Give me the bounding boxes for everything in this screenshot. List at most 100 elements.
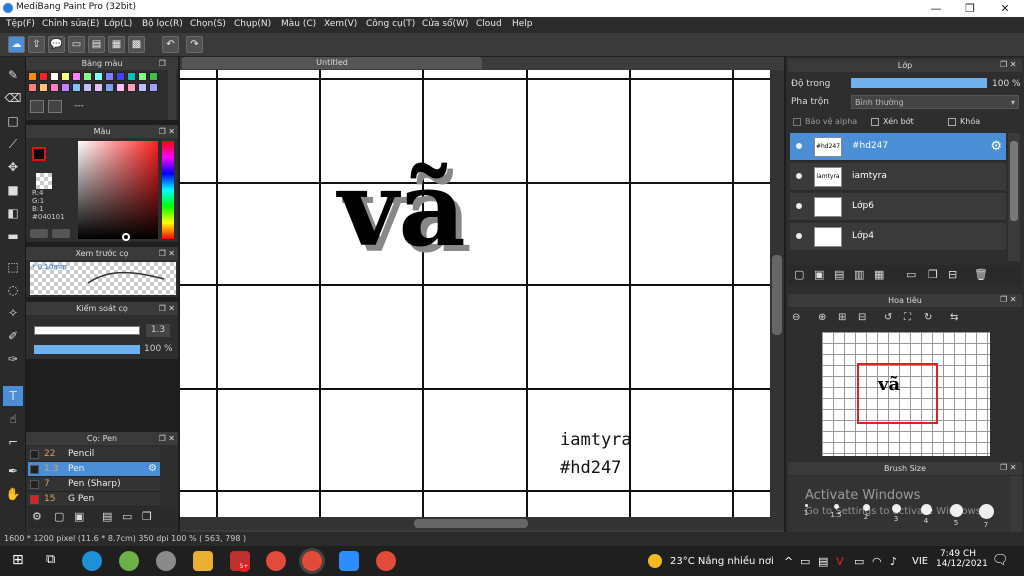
zoom-in-icon[interactable]: ⊕ [818, 312, 826, 323]
close-button[interactable]: ✕ [988, 0, 1022, 17]
menu-cloud[interactable]: Cloud [476, 19, 502, 29]
transparent-swatch[interactable] [36, 173, 52, 189]
navigator-preview[interactable]: vã [822, 332, 990, 456]
brush-size-slider[interactable] [34, 326, 140, 335]
color-swap-icon[interactable] [52, 229, 70, 238]
palette-swatch[interactable] [94, 72, 103, 81]
tray-icon[interactable]: ▤ [818, 555, 828, 568]
gear-icon[interactable]: ⚙ [148, 463, 157, 474]
panel-close-icon[interactable]: ❐ ✕ [159, 247, 175, 260]
palette-swatch[interactable] [105, 72, 114, 81]
hue-slider[interactable] [162, 141, 174, 239]
select-tool-icon[interactable]: ⬚ [3, 257, 23, 277]
volume-icon[interactable]: ♪ [890, 555, 897, 568]
palette-swatch[interactable] [149, 83, 158, 92]
palette-scrollbar[interactable] [168, 57, 176, 120]
zoom-out-icon[interactable]: ⊖ [792, 312, 800, 323]
comment-icon[interactable]: 💬 [48, 36, 65, 53]
layer-scrollbar[interactable] [1008, 133, 1020, 261]
panel-close-icon[interactable]: ❐ ✕ [159, 302, 175, 315]
hand-pointer-icon[interactable]: ☝ [3, 409, 23, 429]
palette-swatch[interactable] [61, 72, 70, 81]
file-explorer-icon[interactable] [193, 551, 213, 571]
material-icon[interactable]: ▦ [108, 36, 125, 53]
vertical-scroll-thumb[interactable] [772, 255, 782, 335]
text-tool-icon[interactable]: T [3, 386, 23, 406]
palette-swatch[interactable] [127, 83, 136, 92]
dot-tool-icon[interactable]: □ [3, 111, 23, 131]
maximize-button[interactable]: ❐ [953, 0, 987, 17]
redo-icon[interactable]: ↷ [186, 36, 203, 53]
menu-edit[interactable]: Chỉnh sửa(E) [42, 19, 99, 29]
color-mode-icon[interactable] [30, 229, 48, 238]
layer-opacity-slider[interactable] [851, 78, 987, 88]
color-picker-cursor[interactable] [122, 233, 130, 241]
eyedropper-icon[interactable]: ⌐ [3, 432, 23, 452]
taskbar-app-icon[interactable] [119, 551, 139, 571]
palette-swatch[interactable] [149, 72, 158, 81]
zoom-actual-icon[interactable]: ⊟ [858, 312, 866, 323]
document-tab[interactable]: Untitled [182, 57, 482, 69]
rotate-right-icon[interactable]: ↻ [924, 312, 932, 323]
task-view-icon[interactable]: ⧉ [46, 552, 55, 567]
gradient-tool-icon[interactable]: ▬ [3, 226, 23, 246]
palette-swatch[interactable] [94, 83, 103, 92]
brush-item[interactable]: 7 Pen (Sharp) [28, 477, 160, 492]
delete-palette-icon[interactable] [48, 100, 62, 113]
brush-size-value[interactable]: 1.3 [146, 324, 170, 337]
delete-layer-icon[interactable]: 🗑 [974, 268, 988, 281]
upload-icon[interactable]: ⇪ [28, 36, 45, 53]
eraser-tool-icon[interactable]: ⌫ [3, 88, 23, 108]
panel-close-icon[interactable]: ❐ ✕ [1000, 60, 1016, 69]
weather-icon[interactable] [648, 554, 662, 568]
palette-swatch[interactable] [138, 83, 147, 92]
clipping-checkbox[interactable] [871, 118, 879, 126]
chat-icon[interactable]: ▭ [68, 36, 85, 53]
undo-icon[interactable]: ↶ [162, 36, 179, 53]
palette-swatches[interactable] [28, 72, 178, 96]
select-eraser-icon[interactable]: ✑ [3, 349, 23, 369]
layer-folder-icon[interactable]: ▭ [906, 268, 916, 281]
menu-layer[interactable]: Lớp(L) [104, 19, 132, 29]
layer-row[interactable]: Lớp4 [790, 223, 1006, 251]
panel-close-icon[interactable]: ❐ ✕ [1000, 463, 1016, 472]
visibility-icon[interactable] [796, 203, 802, 209]
palette-swatch[interactable] [83, 83, 92, 92]
menu-select[interactable]: Chọn(S) [190, 19, 226, 29]
menu-view[interactable]: Xem(V) [324, 19, 357, 29]
palette-swatch[interactable] [39, 72, 48, 81]
drawing-canvas[interactable]: vã vã iamtyra #hd247 [180, 70, 770, 517]
chevron-up-icon[interactable]: ^ [784, 555, 793, 568]
merge-layer-icon[interactable]: ⊟ [948, 268, 957, 281]
brush-item[interactable]: 15 G Pen [28, 492, 160, 507]
palette-swatch[interactable] [105, 83, 114, 92]
brush-doc-icon[interactable]: ▤ [102, 510, 112, 523]
new-layer-icon[interactable]: ▢ [794, 268, 804, 281]
network-icon[interactable]: ▭ [854, 555, 864, 568]
edge-browser-icon[interactable] [82, 551, 102, 571]
brush-item[interactable]: 1.3 Pen ⚙ [28, 462, 160, 477]
notifications-icon[interactable]: 🗨 [992, 553, 1009, 568]
grid-icon[interactable]: ▩ [128, 36, 145, 53]
windows-start-icon[interactable]: ⊞ [12, 552, 24, 568]
panel-close-icon[interactable]: ❐ ✕ [1000, 295, 1016, 304]
palette-swatch[interactable] [61, 83, 70, 92]
panel-close-icon[interactable]: ❐ ✕ [159, 432, 175, 445]
tray-icon[interactable]: V [836, 555, 844, 568]
palette-swatch[interactable] [83, 72, 92, 81]
duplicate-layer-icon[interactable]: ❐ [928, 268, 938, 281]
layer-scroll-thumb[interactable] [1010, 141, 1018, 221]
flip-icon[interactable]: ⇆ [950, 312, 958, 323]
color-saturation-field[interactable] [78, 141, 158, 239]
palette-swatch[interactable] [50, 72, 59, 81]
horizontal-scroll-thumb[interactable] [414, 519, 528, 528]
weather-text[interactable]: 23°C Nắng nhiều nơi [670, 556, 774, 567]
protect-alpha-checkbox[interactable] [793, 118, 801, 126]
palette-swatch[interactable] [72, 83, 81, 92]
new-8bit-layer-icon[interactable]: ▤ [834, 268, 844, 281]
move-tool-icon[interactable]: ✥ [3, 157, 23, 177]
menu-help[interactable]: Help [512, 19, 533, 29]
taskbar-app-icon[interactable] [156, 551, 176, 571]
new-1bit-layer-icon[interactable]: ▥ [854, 268, 864, 281]
folder-icon[interactable]: ▭ [122, 510, 132, 523]
